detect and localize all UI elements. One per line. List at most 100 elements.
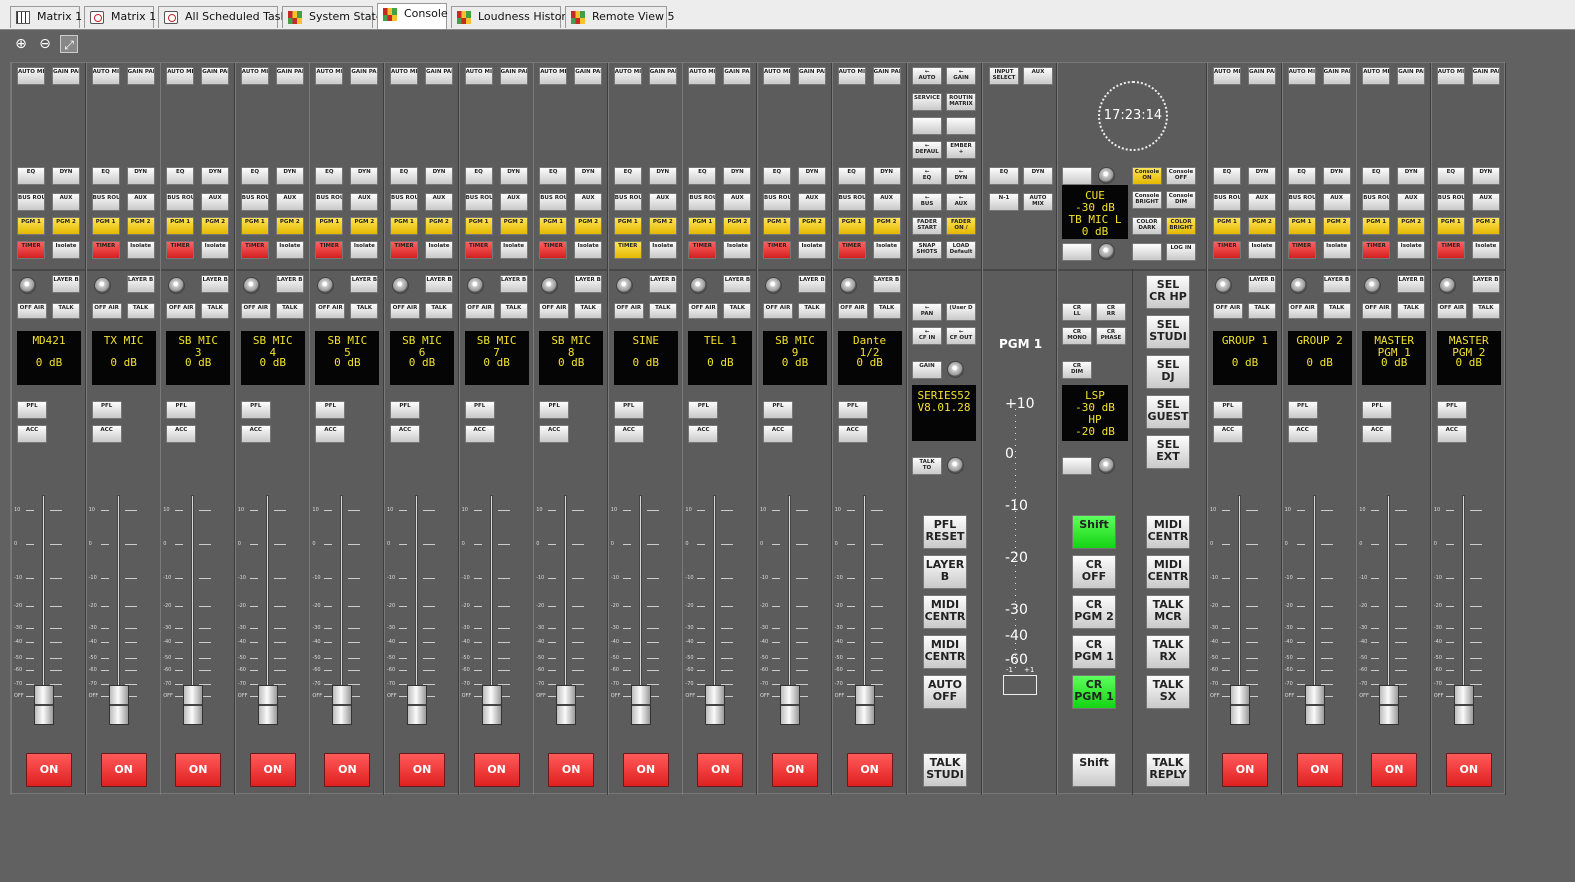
auto-mix-button[interactable]: AUTO MIX bbox=[1213, 67, 1241, 85]
talk-button[interactable]: TALK bbox=[1471, 303, 1500, 319]
gain-knob[interactable] bbox=[947, 361, 964, 378]
service-auto-off-button[interactable]: AUTO OFF bbox=[923, 675, 967, 709]
pgm1-button[interactable]: PGM 1 bbox=[539, 217, 568, 235]
pgm2-button[interactable]: PGM 2 bbox=[723, 217, 752, 235]
service-pfl-reset-button[interactable]: PFL RESET bbox=[923, 515, 967, 549]
talk-to-button[interactable]: TALK TO bbox=[912, 457, 942, 475]
auto-mix-button[interactable]: AUTO MIX bbox=[240, 67, 269, 85]
aux-button[interactable]: AUX bbox=[275, 193, 304, 211]
off-air-button[interactable]: OFF AIR bbox=[166, 303, 197, 319]
gain-pan-button[interactable]: GAIN PAN bbox=[201, 67, 230, 85]
on-button[interactable]: ON bbox=[548, 753, 595, 787]
off-air-button[interactable]: OFF AIR bbox=[464, 303, 495, 319]
acc-button[interactable]: ACC bbox=[1213, 425, 1243, 443]
isolate-button[interactable]: Isolate bbox=[1471, 241, 1500, 259]
cr-off-button[interactable]: CR OFF bbox=[1072, 555, 1116, 589]
aux-button[interactable]: AUX bbox=[872, 193, 901, 211]
pgm2-button[interactable]: PGM 2 bbox=[872, 217, 901, 235]
on-button[interactable]: ON bbox=[1222, 753, 1268, 787]
input-auto-mix-button[interactable]: AUTO MIX bbox=[1023, 193, 1053, 211]
lsp-knob[interactable] bbox=[1098, 457, 1115, 474]
shift-lower-button[interactable]: Shift bbox=[1072, 753, 1116, 787]
pgm2-button[interactable]: PGM 2 bbox=[52, 217, 80, 235]
pgm1-button[interactable]: PGM 1 bbox=[464, 217, 493, 235]
cr-dim-button[interactable]: CR DIM bbox=[1062, 361, 1092, 379]
service-b16-button[interactable]: LOAD Default bbox=[946, 241, 976, 259]
service-b12-button[interactable]: ← AUX bbox=[946, 193, 976, 211]
off-air-button[interactable]: OFF AIR bbox=[1213, 303, 1243, 319]
pfl-button[interactable]: PFL bbox=[17, 401, 47, 419]
bus-route-button[interactable]: BUS ROUTE bbox=[91, 193, 120, 211]
auto-mix-button[interactable]: AUTO MIX bbox=[1362, 67, 1391, 85]
acc-button[interactable]: ACC bbox=[240, 425, 271, 443]
on-button[interactable]: ON bbox=[846, 753, 893, 787]
auto-mix-button[interactable]: AUTO MIX bbox=[17, 67, 45, 85]
talk-to-knob[interactable] bbox=[947, 457, 964, 474]
bus-route-button[interactable]: BUS ROUTE bbox=[763, 193, 791, 211]
gain-pan-button[interactable]: GAIN PAN bbox=[350, 67, 379, 85]
on-button[interactable]: ON bbox=[473, 753, 520, 787]
service-b8-button[interactable]: EMBER + bbox=[946, 141, 976, 159]
tab-matrix-1[interactable]: Matrix 1 bbox=[10, 6, 82, 28]
group-strip-4-fader-handle[interactable] bbox=[1453, 685, 1474, 725]
console-off-button[interactable]: Console OFF bbox=[1166, 167, 1196, 185]
sel-talk-reply-button[interactable]: TALK REPLY bbox=[1146, 753, 1190, 787]
channel-knob[interactable] bbox=[541, 277, 559, 294]
channel-knob[interactable] bbox=[242, 277, 260, 294]
off-air-button[interactable]: OFF AIR bbox=[613, 303, 644, 319]
timer-button[interactable]: TIMER bbox=[1362, 241, 1391, 259]
bus-route-button[interactable]: BUS ROUTE bbox=[464, 193, 493, 211]
pgm1-button[interactable]: PGM 1 bbox=[166, 217, 195, 235]
acc-button[interactable]: ACC bbox=[1362, 425, 1393, 443]
service-b7-button[interactable]: ← DEFAUL bbox=[912, 141, 942, 159]
cr-mono-button[interactable]: CR MONO bbox=[1062, 327, 1092, 345]
on-button[interactable]: ON bbox=[697, 753, 744, 787]
pfl-button[interactable]: PFL bbox=[315, 401, 346, 419]
talk-button[interactable]: TALK bbox=[126, 303, 155, 319]
input-aux-button[interactable]: AUX bbox=[1023, 67, 1053, 85]
channel-knob[interactable] bbox=[19, 277, 36, 294]
tab-system-state[interactable]: System State bbox=[282, 6, 383, 28]
pgm2-button[interactable]: PGM 2 bbox=[1248, 217, 1276, 235]
channel-strip-7-fader-handle[interactable] bbox=[481, 685, 502, 725]
talk-button[interactable]: TALK bbox=[350, 303, 379, 319]
pgm1-button[interactable]: PGM 1 bbox=[1436, 217, 1465, 235]
dyn-button[interactable]: DYN bbox=[1397, 167, 1426, 185]
cf-in-button[interactable]: ← CF IN bbox=[912, 327, 942, 345]
isolate-button[interactable]: Isolate bbox=[275, 241, 304, 259]
isolate-button[interactable]: Isolate bbox=[872, 241, 901, 259]
isolate-button[interactable]: Isolate bbox=[1397, 241, 1426, 259]
isolate-button[interactable]: Isolate bbox=[798, 241, 826, 259]
input-eq-button[interactable]: EQ bbox=[989, 167, 1019, 185]
acc-button[interactable]: ACC bbox=[1287, 425, 1318, 443]
talk-button[interactable]: TALK bbox=[1397, 303, 1426, 319]
dyn-button[interactable]: DYN bbox=[350, 167, 379, 185]
pgm2-button[interactable]: PGM 2 bbox=[126, 217, 155, 235]
eq-button[interactable]: EQ bbox=[763, 167, 791, 185]
aux-button[interactable]: AUX bbox=[1322, 193, 1351, 211]
talk-button[interactable]: TALK bbox=[1248, 303, 1276, 319]
aux-button[interactable]: AUX bbox=[1397, 193, 1426, 211]
pgm2-button[interactable]: PGM 2 bbox=[499, 217, 528, 235]
pgm2-button[interactable]: PGM 2 bbox=[1322, 217, 1351, 235]
talk-button[interactable]: TALK bbox=[872, 303, 901, 319]
gain-pan-button[interactable]: GAIN PAN bbox=[1471, 67, 1500, 85]
eq-button[interactable]: EQ bbox=[613, 167, 642, 185]
aux-button[interactable]: AUX bbox=[648, 193, 677, 211]
blank-button[interactable] bbox=[1062, 457, 1092, 475]
pan-button[interactable]: ← PAN bbox=[912, 303, 942, 321]
acc-button[interactable]: ACC bbox=[1436, 425, 1467, 443]
service-midi1-button[interactable]: MIDI CENTR bbox=[923, 595, 967, 629]
zoom-out-icon[interactable]: ⊖ bbox=[36, 35, 54, 53]
aux-button[interactable]: AUX bbox=[798, 193, 826, 211]
dyn-button[interactable]: DYN bbox=[126, 167, 155, 185]
off-air-button[interactable]: OFF AIR bbox=[1436, 303, 1467, 319]
on-button[interactable]: ON bbox=[100, 753, 147, 787]
on-button[interactable]: ON bbox=[26, 753, 72, 787]
on-button[interactable]: ON bbox=[1445, 753, 1492, 787]
service-layer-b-button[interactable]: LAYER B bbox=[923, 555, 967, 589]
service-b14-button[interactable]: FADER ON / bbox=[946, 217, 976, 235]
cr-pgm2-button[interactable]: CR PGM 2 bbox=[1072, 595, 1116, 629]
isolate-button[interactable]: Isolate bbox=[52, 241, 80, 259]
service-b3-button[interactable]: SERVICE bbox=[912, 93, 942, 111]
